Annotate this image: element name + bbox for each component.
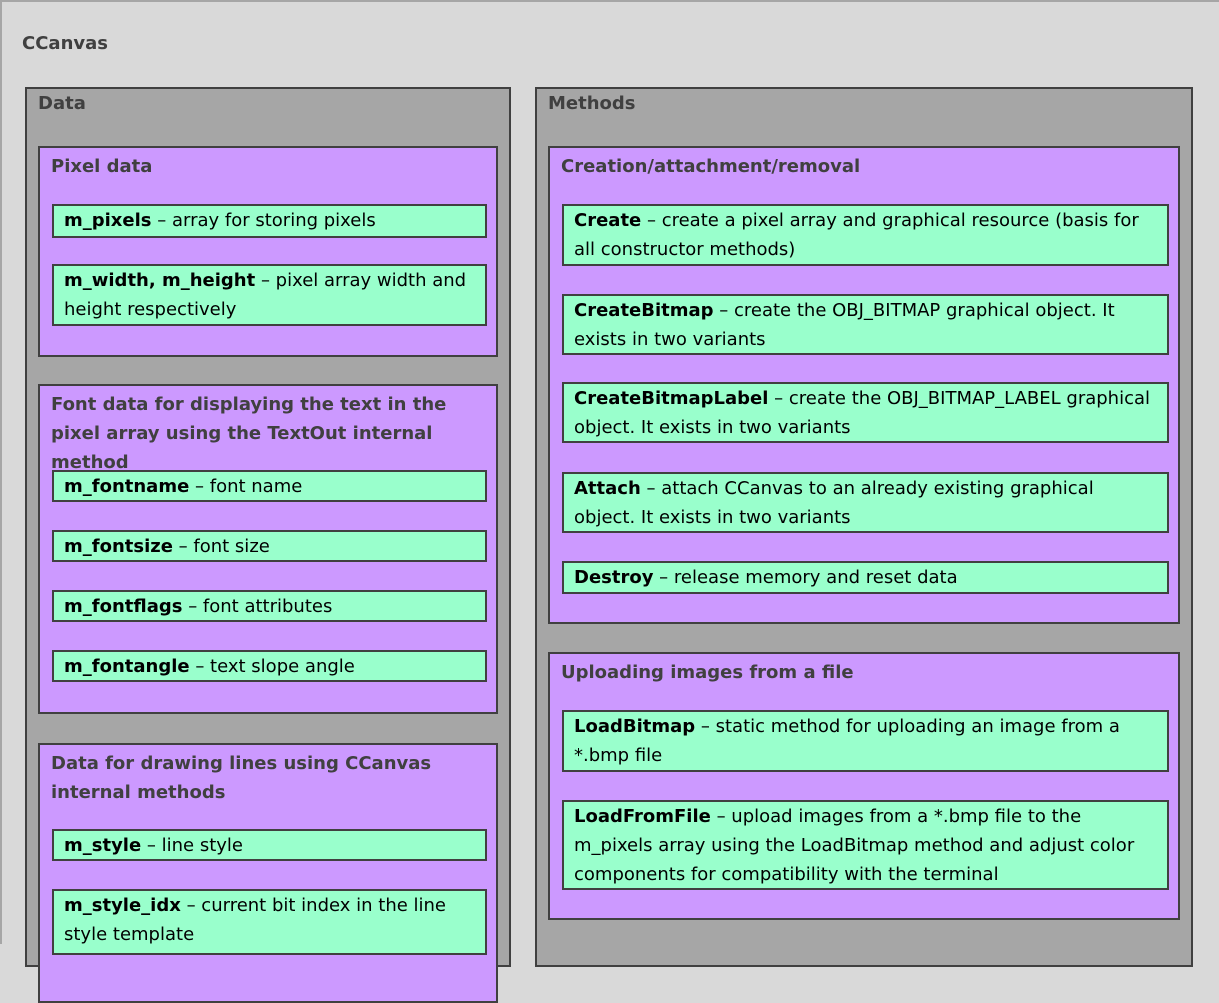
item-destroy: Destroy – release memory and reset data: [562, 561, 1169, 594]
item-m-fontsize: m_fontsize – font size: [52, 530, 487, 562]
group-heading: Uploading images from a file: [561, 662, 854, 683]
item-name: m_style: [64, 835, 142, 856]
item-m-pixels: m_pixels – array for storing pixels: [52, 204, 487, 238]
item-createbitmap: CreateBitmap – create the OBJ_BITMAP gra…: [562, 294, 1169, 355]
item-desc: – array for storing pixels: [151, 210, 376, 231]
methods-column: Methods Creation/attachment/removal Crea…: [535, 87, 1193, 967]
item-desc: – font size: [172, 536, 270, 557]
item-desc: – line style: [141, 835, 243, 856]
item-desc: – attach CCanvas to an already existing …: [574, 478, 1094, 528]
item-attach: Attach – attach CCanvas to an already ex…: [562, 472, 1169, 533]
item-loadfromfile: LoadFromFile – upload images from a *.bm…: [562, 800, 1169, 890]
group-uploading: Uploading images from a file LoadBitmap …: [548, 652, 1180, 920]
item-name: LoadBitmap: [574, 716, 696, 737]
item-loadbitmap: LoadBitmap – static method for uploading…: [562, 710, 1169, 772]
group-heading: Pixel data: [51, 156, 153, 177]
group-heading: Creation/attachment/removal: [561, 156, 861, 177]
group-pixel-data: Pixel data m_pixels – array for storing …: [38, 146, 498, 357]
item-name: Create: [574, 210, 642, 231]
item-desc: – font name: [189, 476, 303, 497]
item-desc: – font attributes: [182, 596, 333, 617]
item-desc: – release memory and reset data: [653, 567, 958, 588]
group-creation: Creation/attachment/removal Create – cre…: [548, 146, 1180, 624]
item-createbitmaplabel: CreateBitmapLabel – create the OBJ_BITMA…: [562, 382, 1169, 443]
group-font-data: Font data for displaying the text in the…: [38, 384, 498, 714]
item-create: Create – create a pixel array and graphi…: [562, 204, 1169, 266]
data-column-heading: Data: [38, 93, 86, 114]
item-name: Attach: [574, 478, 641, 499]
item-m-style-idx: m_style_idx – current bit index in the l…: [52, 889, 487, 955]
item-name: m_fontname: [64, 476, 190, 497]
item-m-fontname: m_fontname – font name: [52, 470, 487, 502]
group-line-data: Data for drawing lines using CCanvas int…: [38, 743, 498, 1003]
data-column: Data Pixel data m_pixels – array for sto…: [25, 87, 511, 1003]
item-name: Destroy: [574, 567, 654, 588]
group-heading: Data for drawing lines using CCanvas int…: [51, 753, 432, 803]
item-m-style: m_style – line style: [52, 829, 487, 861]
item-name: LoadFromFile: [574, 806, 711, 827]
item-name: CreateBitmap: [574, 300, 714, 321]
item-m-width-height: m_width, m_height – pixel array width an…: [52, 264, 487, 326]
methods-column-heading: Methods: [548, 93, 636, 114]
item-name: m_pixels: [64, 210, 152, 231]
item-name: m_fontflags: [64, 596, 183, 617]
item-m-fontangle: m_fontangle – text slope angle: [52, 650, 487, 682]
item-desc: – text slope angle: [189, 656, 355, 677]
item-name: m_style_idx: [64, 895, 181, 916]
item-name: m_width, m_height: [64, 270, 256, 291]
item-desc: – create a pixel array and graphical res…: [574, 210, 1139, 260]
item-name: m_fontangle: [64, 656, 190, 677]
group-heading: Font data for displaying the text in the…: [51, 394, 447, 473]
diagram-title: CCanvas: [22, 33, 108, 54]
item-name: CreateBitmapLabel: [574, 388, 769, 409]
item-m-fontflags: m_fontflags – font attributes: [52, 590, 487, 622]
item-name: m_fontsize: [64, 536, 173, 557]
